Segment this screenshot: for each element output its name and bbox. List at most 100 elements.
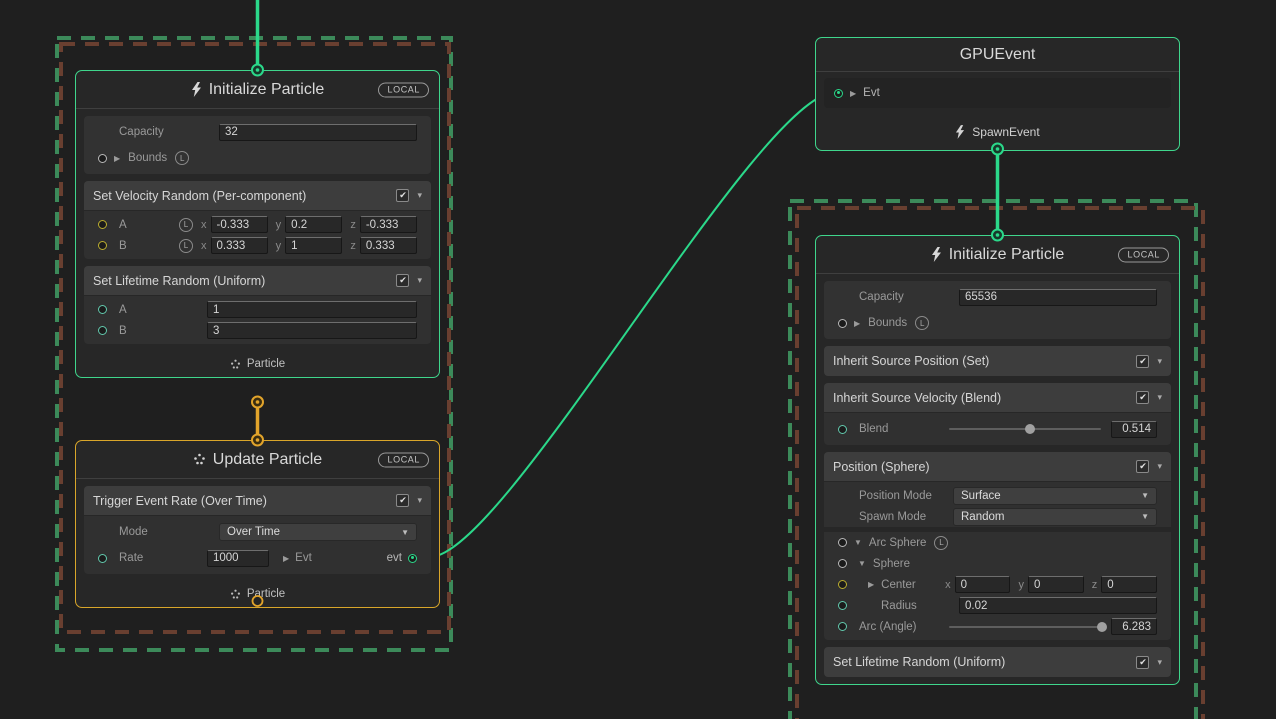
context-header[interactable]: Update Particle LOCAL [76, 441, 439, 479]
vector-z-field[interactable]: 0.333 [360, 237, 417, 254]
block-header[interactable]: Trigger Event Rate (Over Time) ✔ ▾ [84, 486, 431, 516]
footer-label: Particle [247, 588, 285, 600]
center-z-field[interactable]: 0 [1101, 576, 1157, 593]
foldout-closed-icon[interactable]: ▶ [868, 580, 874, 589]
context-header[interactable]: Initialize Particle LOCAL [816, 236, 1179, 274]
context-gpuevent[interactable]: GPUEvent ▶ Evt SpawnEvent [815, 37, 1180, 151]
sphere-port[interactable] [838, 559, 847, 568]
context-header[interactable]: Initialize Particle LOCAL [76, 71, 439, 109]
block-enabled-checkbox[interactable]: ✔ [1136, 391, 1149, 404]
space-badge[interactable]: LOCAL [378, 452, 429, 467]
evt-input-port[interactable] [834, 89, 843, 98]
radius-port[interactable] [838, 601, 847, 610]
capacity-field[interactable]: 65536 [959, 289, 1157, 306]
vector-x-field[interactable]: 0.333 [211, 237, 268, 254]
block-set-velocity-random[interactable]: Set Velocity Random (Per-component) ✔ ▾ … [84, 181, 431, 259]
local-space-indicator[interactable]: L [934, 536, 948, 550]
vector-z-field[interactable]: -0.333 [360, 216, 417, 233]
evt-output-port[interactable] [408, 554, 417, 563]
block-header[interactable]: Set Lifetime Random (Uniform) ✔ ▾ [824, 647, 1171, 677]
block-enabled-checkbox[interactable]: ✔ [396, 494, 409, 507]
port-b[interactable] [98, 326, 107, 335]
context-initialize-particle-right[interactable]: Initialize Particle LOCAL Capacity 65536… [815, 235, 1180, 685]
block-header[interactable]: Inherit Source Velocity (Blend) ✔ ▾ [824, 383, 1171, 413]
port-b[interactable] [98, 241, 107, 250]
block-trigger-event-rate[interactable]: Trigger Event Rate (Over Time) ✔ ▾ Mode … [84, 486, 431, 574]
context-title: Update Particle [213, 451, 322, 469]
block-inherit-source-velocity[interactable]: Inherit Source Velocity (Blend) ✔ ▾ Blen… [824, 383, 1171, 445]
local-space-indicator[interactable]: L [915, 316, 929, 330]
spawn-event-output[interactable]: SpawnEvent [816, 114, 1179, 150]
collapse-chevron-icon[interactable]: ▾ [1157, 461, 1162, 472]
arc-slider-knob[interactable] [1097, 622, 1107, 632]
foldout-open-icon[interactable]: ▼ [854, 538, 862, 547]
block-position-sphere[interactable]: Position (Sphere) ✔ ▾ Position Mode Surf… [824, 452, 1171, 640]
rate-port[interactable] [98, 554, 107, 563]
block-enabled-checkbox[interactable]: ✔ [396, 189, 409, 202]
block-set-lifetime-random[interactable]: Set Lifetime Random (Uniform) ✔ ▾ [824, 647, 1171, 677]
foldout-closed-icon[interactable]: ▶ [114, 154, 120, 163]
bounds-port[interactable] [98, 154, 107, 163]
blend-port[interactable] [838, 425, 847, 434]
block-inherit-source-position[interactable]: Inherit Source Position (Set) ✔ ▾ [824, 346, 1171, 376]
block-title: Inherit Source Velocity (Blend) [833, 391, 1136, 405]
context-initialize-particle-left[interactable]: Initialize Particle LOCAL Capacity 32 ▶ … [75, 70, 440, 378]
wire-evt-to-gpuevent[interactable] [430, 92, 836, 557]
rate-field[interactable]: 1000 [207, 550, 269, 567]
local-space-indicator[interactable]: L [179, 239, 193, 253]
port-a[interactable] [98, 305, 107, 314]
bounds-port[interactable] [838, 319, 847, 328]
collapse-chevron-icon[interactable]: ▾ [417, 275, 422, 286]
port-a[interactable] [98, 220, 107, 229]
collapse-chevron-icon[interactable]: ▾ [1157, 356, 1162, 367]
mode-dropdown[interactable]: Over Time ▼ [219, 523, 417, 541]
foldout-closed-icon[interactable]: ▶ [854, 319, 860, 328]
block-header[interactable]: Set Velocity Random (Per-component) ✔ ▾ [84, 181, 431, 211]
collapse-chevron-icon[interactable]: ▾ [417, 190, 422, 201]
vector-x-field[interactable]: -0.333 [211, 216, 268, 233]
context-header[interactable]: GPUEvent [816, 38, 1179, 72]
blend-value-field[interactable]: 0.514 [1111, 421, 1157, 438]
position-mode-dropdown[interactable]: Surface ▼ [953, 487, 1157, 505]
vector-y-field[interactable]: 0.2 [285, 216, 342, 233]
context-output-particle[interactable]: Particle [76, 581, 439, 607]
blend-slider[interactable] [947, 420, 1103, 438]
radius-field[interactable]: 0.02 [959, 597, 1157, 614]
space-badge[interactable]: LOCAL [1118, 247, 1169, 262]
collapse-chevron-icon[interactable]: ▾ [1157, 657, 1162, 668]
block-enabled-checkbox[interactable]: ✔ [396, 274, 409, 287]
context-update-particle[interactable]: Update Particle LOCAL Trigger Event Rate… [75, 440, 440, 608]
vector-y-field[interactable]: 1 [285, 237, 342, 254]
block-header[interactable]: Inherit Source Position (Set) ✔ ▾ [824, 346, 1171, 376]
evt-foldout[interactable]: ▶ Evt [283, 552, 312, 564]
local-space-indicator[interactable]: L [175, 151, 189, 165]
sphere-label: Sphere [873, 558, 910, 570]
block-enabled-checkbox[interactable]: ✔ [1136, 355, 1149, 368]
value-field[interactable]: 3 [207, 322, 417, 339]
center-y-field[interactable]: 0 [1028, 576, 1084, 593]
arc-slider[interactable] [947, 618, 1103, 636]
local-space-indicator[interactable]: L [179, 218, 193, 232]
collapse-chevron-icon[interactable]: ▾ [417, 495, 422, 506]
center-port[interactable] [838, 580, 847, 589]
arc-sphere-port[interactable] [838, 538, 847, 547]
capacity-field[interactable]: 32 [219, 124, 417, 141]
center-x-field[interactable]: 0 [955, 576, 1011, 593]
block-enabled-checkbox[interactable]: ✔ [1136, 656, 1149, 669]
blend-slider-knob[interactable] [1025, 424, 1035, 434]
space-badge[interactable]: LOCAL [378, 82, 429, 97]
arc-port[interactable] [838, 622, 847, 631]
block-enabled-checkbox[interactable]: ✔ [1136, 460, 1149, 473]
value-field[interactable]: 1 [207, 301, 417, 318]
arc-value-field[interactable]: 6.283 [1111, 618, 1157, 635]
bounds-label: Bounds [868, 317, 907, 329]
axis-z-label: z [350, 240, 356, 252]
block-header[interactable]: Set Lifetime Random (Uniform) ✔ ▾ [84, 266, 431, 296]
foldout-open-icon[interactable]: ▼ [858, 559, 866, 568]
vfx-graph-canvas[interactable]: Initialize Particle LOCAL Capacity 32 ▶ … [0, 0, 1276, 719]
collapse-chevron-icon[interactable]: ▾ [1157, 392, 1162, 403]
block-set-lifetime-random[interactable]: Set Lifetime Random (Uniform) ✔ ▾ A 1 B … [84, 266, 431, 344]
spawn-mode-dropdown[interactable]: Random ▼ [953, 508, 1157, 526]
block-header[interactable]: Position (Sphere) ✔ ▾ [824, 452, 1171, 482]
context-output-particle[interactable]: Particle [76, 351, 439, 377]
